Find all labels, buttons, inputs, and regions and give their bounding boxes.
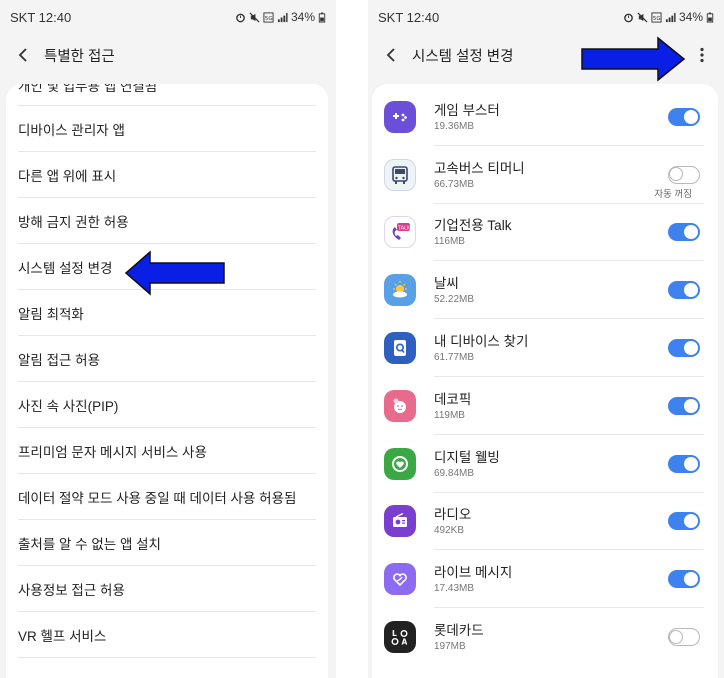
menu-item[interactable]: 디바이스 관리자 앱 [18, 106, 316, 152]
left-screen: SKT 12:40 5G 34% 특별한 접근 개인 및 업무용 앱 연결됨 디… [0, 0, 336, 678]
talk-icon: TALK [384, 216, 416, 249]
right-arrow-annotation [581, 36, 686, 82]
permission-toggle[interactable] [668, 339, 700, 358]
digital-wellbeing-icon [384, 447, 416, 480]
menu-item[interactable]: 사용정보 접근 허용 [18, 566, 316, 612]
svg-text:TALK: TALK [397, 226, 411, 232]
battery-icon [706, 11, 714, 23]
battery-percent: 34% [678, 10, 703, 24]
app-size: 66.73MB [434, 178, 475, 190]
app-size: 61.77MB [434, 352, 475, 364]
app-size: 492KB [434, 525, 465, 537]
menu-item[interactable]: VR 헬프 서비스 [18, 612, 316, 658]
app-name: 디지털 웰빙 [434, 449, 500, 465]
app-size: 17.43MB [434, 583, 475, 595]
battery-icon [318, 11, 326, 23]
permission-toggle[interactable] [668, 107, 700, 126]
find-device-icon [384, 332, 416, 365]
menu-item[interactable]: 개인 및 업무용 앱 연결됨 [18, 84, 316, 106]
decopic-icon [384, 389, 416, 422]
back-button[interactable] [12, 44, 34, 66]
app-size: 119MB [434, 409, 465, 421]
more-vertical-icon [700, 47, 704, 63]
page-title: 특별한 접근 [44, 48, 115, 65]
app-name: 게임 부스터 [434, 102, 500, 118]
svg-text:L: L [392, 629, 397, 638]
app-size: 116MB [434, 236, 465, 248]
status-bar: SKT 12:40 5G 34% [0, 0, 336, 34]
lotte-card-icon: LA [384, 621, 416, 654]
mute-icon [637, 11, 648, 23]
app-row-express-bus[interactable]: 고속버스 티머니 66.73MB 자동 꺼짐 [372, 146, 718, 204]
menu-item[interactable]: 알림 접근 허용 [18, 336, 316, 382]
app-row-weather[interactable]: 날씨 52.22MB [372, 261, 718, 320]
app-name: 데코픽 [434, 391, 472, 407]
app-size: 19.36MB [434, 120, 475, 132]
left-arrow-annotation [124, 250, 225, 296]
live-message-icon [384, 563, 416, 596]
carrier-time: SKT 12:40 [10, 9, 72, 25]
app-row-digital-wellbeing[interactable]: 디지털 웰빙 69.84MB [372, 435, 718, 493]
app-name: 기업전용 Talk [434, 218, 512, 234]
app-size: 52.22MB [434, 294, 475, 306]
mute-icon [249, 11, 260, 23]
permission-toggle[interactable] [668, 281, 700, 300]
app-row-live-message[interactable]: 라이브 메시지 17.43MB [372, 550, 718, 609]
alarm-icon [236, 13, 245, 22]
alarm-icon [624, 13, 633, 22]
app-row-lotte-card[interactable]: LA 롯데카드 197MB [372, 608, 718, 666]
menu-item[interactable]: 프리미엄 문자 메시지 서비스 사용 [18, 428, 316, 474]
permission-toggle[interactable] [668, 628, 700, 647]
app-row-radio[interactable]: 라디오 492KB [372, 493, 718, 551]
app-row-game-booster[interactable]: 게임 부스터 19.36MB [372, 88, 718, 146]
menu-item[interactable]: 다른 앱 위에 표시 [18, 152, 316, 198]
signal-icon [665, 12, 676, 22]
app-size: 69.84MB [434, 467, 475, 479]
svg-text:5G: 5G [265, 15, 273, 21]
menu-item[interactable]: 알림 최적화 [18, 290, 316, 336]
app-name: 내 디바이스 찾기 [434, 334, 529, 350]
app-name: 고속버스 티머니 [434, 160, 525, 176]
app-name: 날씨 [434, 276, 459, 292]
more-options-button[interactable] [692, 43, 712, 67]
status-bar: SKT 12:40 5G 34% [368, 0, 724, 34]
app-name: 라이브 메시지 [434, 565, 513, 581]
weather-icon [384, 274, 416, 307]
menu-item[interactable]: 사진 속 사진(PIP) [18, 382, 316, 428]
app-name: 롯데카드 [434, 623, 484, 639]
svg-text:5G: 5G [653, 15, 661, 21]
header: 특별한 접근 [0, 34, 336, 76]
app-permission-list: 게임 부스터 19.36MB 고속버스 티머니 66.73MB 자동 꺼짐 TA… [372, 84, 718, 678]
menu-item[interactable]: 방해 금지 권한 허용 [18, 198, 316, 244]
signal-icon [277, 12, 288, 22]
permission-toggle[interactable] [668, 223, 700, 242]
right-screen: SKT 12:40 5G 34% 시스템 설정 변경 게임 부스터 19.36M… [368, 0, 724, 678]
bus-icon [384, 158, 416, 191]
chevron-left-icon [18, 48, 27, 62]
chevron-left-icon [386, 48, 395, 62]
app-size: 197MB [434, 641, 466, 653]
permission-toggle[interactable] [668, 454, 700, 473]
permission-toggle[interactable] [668, 512, 700, 531]
lte-icon: 5G [263, 11, 274, 23]
permission-toggle[interactable] [668, 396, 700, 415]
back-button[interactable] [380, 44, 402, 66]
lte-icon: 5G [651, 11, 662, 23]
app-row-decopic[interactable]: 데코픽 119MB [372, 377, 718, 435]
permission-toggle[interactable] [668, 165, 700, 184]
menu-item[interactable]: 출처를 알 수 없는 앱 설치 [18, 520, 316, 566]
permission-toggle[interactable] [668, 570, 700, 589]
battery-percent: 34% [290, 10, 315, 24]
menu-item[interactable]: 데이터 절약 모드 사용 중일 때 데이터 사용 허용됨 [18, 474, 316, 520]
special-access-list: 개인 및 업무용 앱 연결됨 디바이스 관리자 앱 다른 앱 위에 표시 방해 … [6, 84, 328, 678]
app-name: 라디오 [434, 507, 472, 523]
app-row-business-talk[interactable]: TALK 기업전용 Talk 116MB [372, 204, 718, 262]
svg-text:A: A [402, 638, 408, 647]
game-booster-icon [384, 100, 416, 133]
radio-icon [384, 505, 416, 538]
carrier-time: SKT 12:40 [378, 9, 440, 25]
auto-off-label: 자동 꺼짐 [654, 188, 692, 200]
app-row-find-my-device[interactable]: 내 디바이스 찾기 61.77MB [372, 319, 718, 377]
